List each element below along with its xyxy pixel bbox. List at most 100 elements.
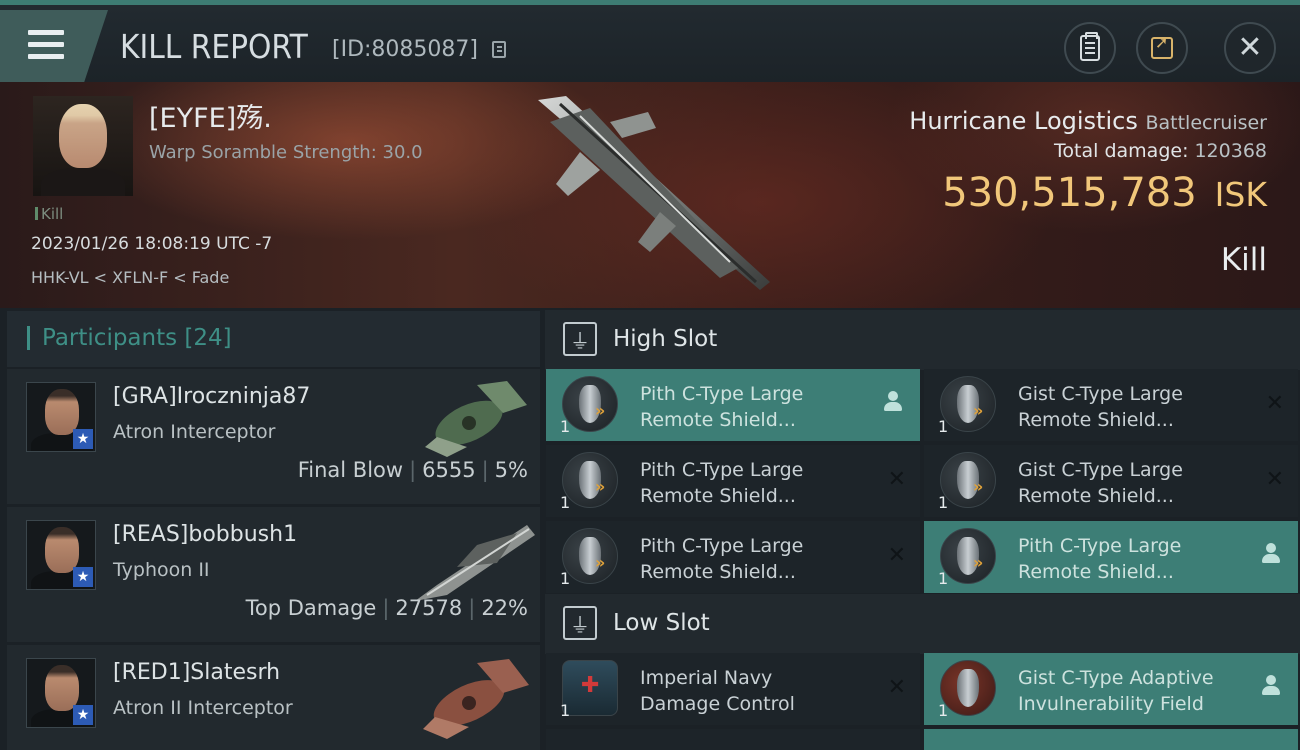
avatar[interactable]: ★ bbox=[26, 382, 96, 452]
kill-result: Kill bbox=[1220, 242, 1267, 278]
menu-icon bbox=[28, 30, 64, 60]
module-slot[interactable]: 1 Imperial NavyDamage Control ✕ bbox=[546, 653, 920, 725]
total-damage-value: 120368 bbox=[1194, 140, 1267, 162]
module-quantity: 1 bbox=[560, 701, 571, 720]
isk-value: 530,515,783 ISK bbox=[942, 170, 1267, 216]
module-quantity: 1 bbox=[560, 569, 571, 588]
high-slot-icon bbox=[563, 322, 597, 356]
high-slot-header: High Slot bbox=[545, 310, 1300, 370]
shield-transfer-icon: » bbox=[562, 528, 618, 584]
destroyed-icon: ✕ bbox=[887, 467, 906, 492]
copy-icon[interactable] bbox=[492, 41, 506, 58]
ship-class: Battlecruiser bbox=[1145, 112, 1267, 134]
victim-name[interactable]: [EYFE]殇. bbox=[149, 96, 272, 135]
warp-scramble-strength: Warp Soramble Strength: 30.0 bbox=[149, 142, 423, 163]
shield-transfer-icon: » bbox=[562, 376, 618, 432]
participant-damage-pct: 5% bbox=[494, 458, 528, 482]
person-icon bbox=[1262, 543, 1280, 565]
participant-name: [REAS]bobbush1 bbox=[113, 522, 298, 547]
module-slot[interactable]: » 1 Pith C-Type Large Remote Shield... ✕ bbox=[546, 445, 920, 517]
participant-stats: Top Damage | 27578 | 22% bbox=[245, 596, 528, 620]
star-icon: ★ bbox=[73, 429, 93, 449]
module-name: Pith C-Type Large Remote Shield... bbox=[640, 383, 804, 431]
participant-ship: Typhoon II bbox=[113, 559, 210, 581]
module-name: Gist C-Type Large Remote Shield... bbox=[1018, 383, 1183, 431]
module-name: Pith C-Type Large Remote Shield... bbox=[1018, 535, 1182, 583]
total-damage-label: Total damage: bbox=[1054, 140, 1189, 162]
clipboard-button[interactable] bbox=[1064, 22, 1116, 74]
participant-damage-pct: 22% bbox=[481, 596, 528, 620]
module-slot[interactable]: 1 Gist C-Type Adaptive Invulnerability Fi… bbox=[924, 653, 1298, 725]
share-button[interactable] bbox=[1136, 22, 1188, 74]
participant-ship: Atron II Interceptor bbox=[113, 697, 293, 719]
module-quantity: 1 bbox=[938, 569, 949, 588]
participant-name: [RED1]Slatesrh bbox=[113, 660, 281, 685]
report-id: [ID:8085087] bbox=[332, 37, 478, 62]
module-name: Pith C-Type Large Remote Shield... bbox=[640, 535, 804, 583]
participant-ship-image bbox=[415, 525, 535, 601]
low-slot-title: Low Slot bbox=[613, 610, 710, 636]
star-icon: ★ bbox=[73, 567, 93, 587]
module-quantity: 1 bbox=[938, 417, 949, 436]
participant-row[interactable]: ★ [REAS]bobbush1 Typhoon II Top Damage | 2… bbox=[7, 507, 540, 642]
victim-ship-image bbox=[538, 96, 770, 290]
participant-ship-image bbox=[425, 381, 527, 457]
kill-tag: Kill bbox=[35, 205, 63, 223]
shield-transfer-icon: » bbox=[562, 452, 618, 508]
participant-ship-image bbox=[423, 659, 529, 739]
shield-transfer-icon: » bbox=[940, 376, 996, 432]
high-slot-title: High Slot bbox=[613, 326, 718, 352]
module-quantity: 1 bbox=[560, 493, 571, 512]
module-slot-partial[interactable] bbox=[546, 729, 920, 750]
victim-avatar[interactable] bbox=[33, 96, 133, 196]
victim-ship[interactable]: Hurricane Logistics Battlecruiser bbox=[909, 107, 1267, 135]
participant-damage: 27578 bbox=[395, 596, 463, 620]
invulnerability-field-icon bbox=[940, 660, 996, 716]
module-slot[interactable]: » 1 Pith C-Type Large Remote Shield... ✕ bbox=[546, 521, 920, 593]
participant-ship: Atron Interceptor bbox=[113, 421, 276, 443]
participants-title: Participants [24] bbox=[42, 325, 232, 351]
title-bar: KILL REPORT [ID:8085087] ✕ bbox=[0, 0, 1300, 82]
module-name: Imperial Navy Damage Control bbox=[640, 667, 795, 715]
avatar[interactable]: ★ bbox=[26, 520, 96, 590]
module-name: Pith C-Type Large Remote Shield... bbox=[640, 459, 804, 507]
person-icon bbox=[1262, 675, 1280, 697]
low-slot-icon bbox=[563, 606, 597, 640]
module-quantity: 1 bbox=[560, 417, 571, 436]
clipboard-icon bbox=[1080, 32, 1100, 61]
ship-name: Hurricane Logistics bbox=[909, 107, 1138, 135]
damage-control-icon bbox=[562, 660, 618, 716]
module-quantity: 1 bbox=[938, 701, 949, 720]
module-quantity: 1 bbox=[938, 493, 949, 512]
module-name: Gist C-Type Adaptive Invulnerability Fiel… bbox=[1018, 667, 1214, 715]
participants-header: Participants [24] bbox=[7, 311, 540, 367]
total-damage: Total damage: 120368 bbox=[1054, 140, 1267, 162]
page-title: KILL REPORT bbox=[120, 27, 308, 66]
participant-stats: Final Blow | 6555 | 5% bbox=[297, 458, 528, 482]
kill-report-window: KILL REPORT [ID:8085087] ✕ [EYFE]殇. Warp… bbox=[0, 0, 1300, 750]
participant-role: Final Blow bbox=[297, 458, 404, 482]
module-slot[interactable]: » 1 Pith C-Type Large Remote Shield... bbox=[546, 369, 920, 441]
star-icon: ★ bbox=[73, 705, 93, 725]
share-icon bbox=[1151, 33, 1173, 59]
close-icon: ✕ bbox=[1237, 30, 1263, 65]
module-slot[interactable]: » 1 Pith C-Type Large Remote Shield... bbox=[924, 521, 1298, 593]
close-button[interactable]: ✕ bbox=[1224, 22, 1276, 74]
isk-amount: 530,515,783 bbox=[942, 170, 1197, 216]
module-name: Gist C-Type Large Remote Shield... bbox=[1018, 459, 1183, 507]
destroyed-icon: ✕ bbox=[1265, 391, 1284, 416]
kill-datetime: 2023/01/26 18:08:19 UTC -7 bbox=[31, 234, 273, 254]
module-slot-partial[interactable] bbox=[924, 729, 1298, 750]
avatar[interactable]: ★ bbox=[26, 658, 96, 728]
destroyed-icon: ✕ bbox=[1265, 467, 1284, 492]
isk-unit: ISK bbox=[1214, 175, 1267, 214]
kill-location: HHK-VL < XFLN-F < Fade bbox=[31, 268, 230, 287]
module-slot[interactable]: » 1 Gist C-Type Large Remote Shield... ✕ bbox=[924, 369, 1298, 441]
module-slot[interactable]: » 1 Gist C-Type Large Remote Shield... ✕ bbox=[924, 445, 1298, 517]
menu-button[interactable] bbox=[0, 10, 108, 82]
destroyed-icon: ✕ bbox=[887, 543, 906, 568]
person-icon bbox=[884, 391, 902, 413]
shield-transfer-icon: » bbox=[940, 452, 996, 508]
participant-row[interactable]: ★ [GRA]Iroczninja87 Atron Interceptor Fi… bbox=[7, 369, 540, 504]
participant-row[interactable]: ★ [RED1]Slatesrh Atron II Interceptor bbox=[7, 645, 540, 750]
